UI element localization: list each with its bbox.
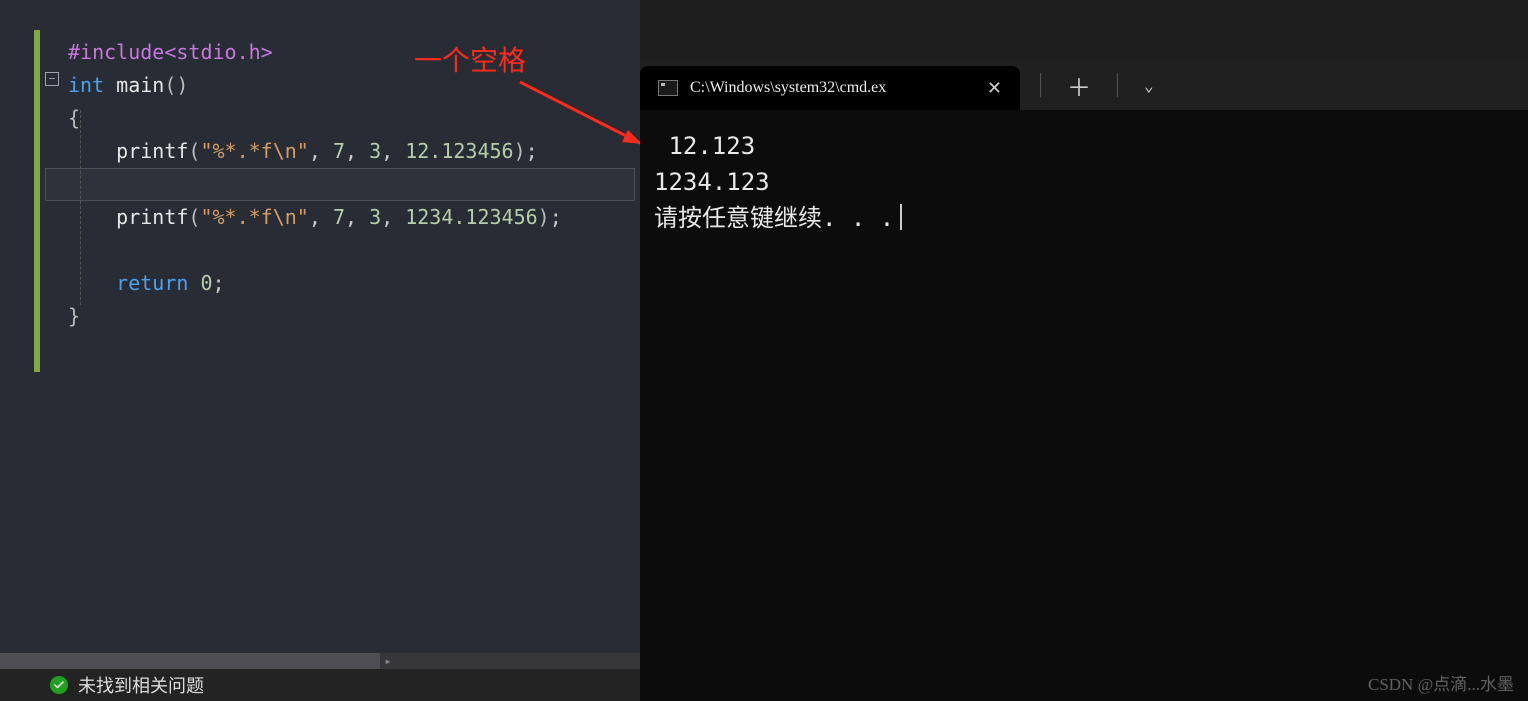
brace-close: } [68, 304, 80, 328]
brace-open: { [68, 106, 80, 130]
change-indicator [34, 30, 40, 372]
preprocessor-line: #include<stdio.h> [68, 40, 273, 64]
new-tab-button[interactable]: ＋ [1067, 68, 1091, 103]
terminal-output[interactable]: 12.123 1234.123 请按任意键继续. . . [640, 110, 1528, 701]
cmd-icon [658, 80, 678, 96]
fold-toggle[interactable]: − [45, 72, 59, 86]
out-line-1: 12.123 [654, 132, 755, 160]
terminal-title-bar: C:\Windows\system32\cmd.ex ✕ ＋ ⌄ [640, 60, 1528, 110]
out-line-3: 请按任意键继续. . . [654, 204, 894, 232]
fn-name: main [116, 73, 164, 97]
keyword-int: int [68, 73, 104, 97]
separator [1040, 73, 1041, 97]
scroll-right-icon[interactable]: ▸ [380, 653, 396, 669]
scroll-thumb[interactable] [0, 653, 380, 669]
parens: () [164, 73, 188, 97]
tab-title: C:\Windows\system32\cmd.ex [690, 79, 886, 97]
out-line-2: 1234.123 [654, 168, 770, 196]
close-tab-icon[interactable]: ✕ [987, 78, 1002, 99]
watermark-text: CSDN @点滴...水墨 [1368, 670, 1514, 695]
keyword-return: return [116, 271, 188, 295]
terminal-cursor [900, 204, 902, 230]
terminal-tab[interactable]: C:\Windows\system32\cmd.ex ✕ [640, 66, 1020, 110]
tab-controls: ＋ ⌄ [1020, 68, 1174, 103]
arg-p: 3 [369, 139, 381, 163]
horizontal-scrollbar[interactable]: ▸ [0, 653, 640, 669]
status-text: 未找到相关问题 [78, 672, 204, 698]
tab-dropdown-icon[interactable]: ⌄ [1144, 76, 1154, 95]
separator [1117, 73, 1118, 97]
fmt-string: "%*.*f\n" [200, 139, 308, 163]
status-bar: 未找到相关问题 [0, 669, 640, 701]
return-val: 0 [200, 271, 212, 295]
status-ok-icon [50, 676, 68, 694]
call-printf: printf [116, 139, 188, 163]
arg-w: 7 [333, 139, 345, 163]
arrow-to-space-icon [460, 76, 650, 156]
